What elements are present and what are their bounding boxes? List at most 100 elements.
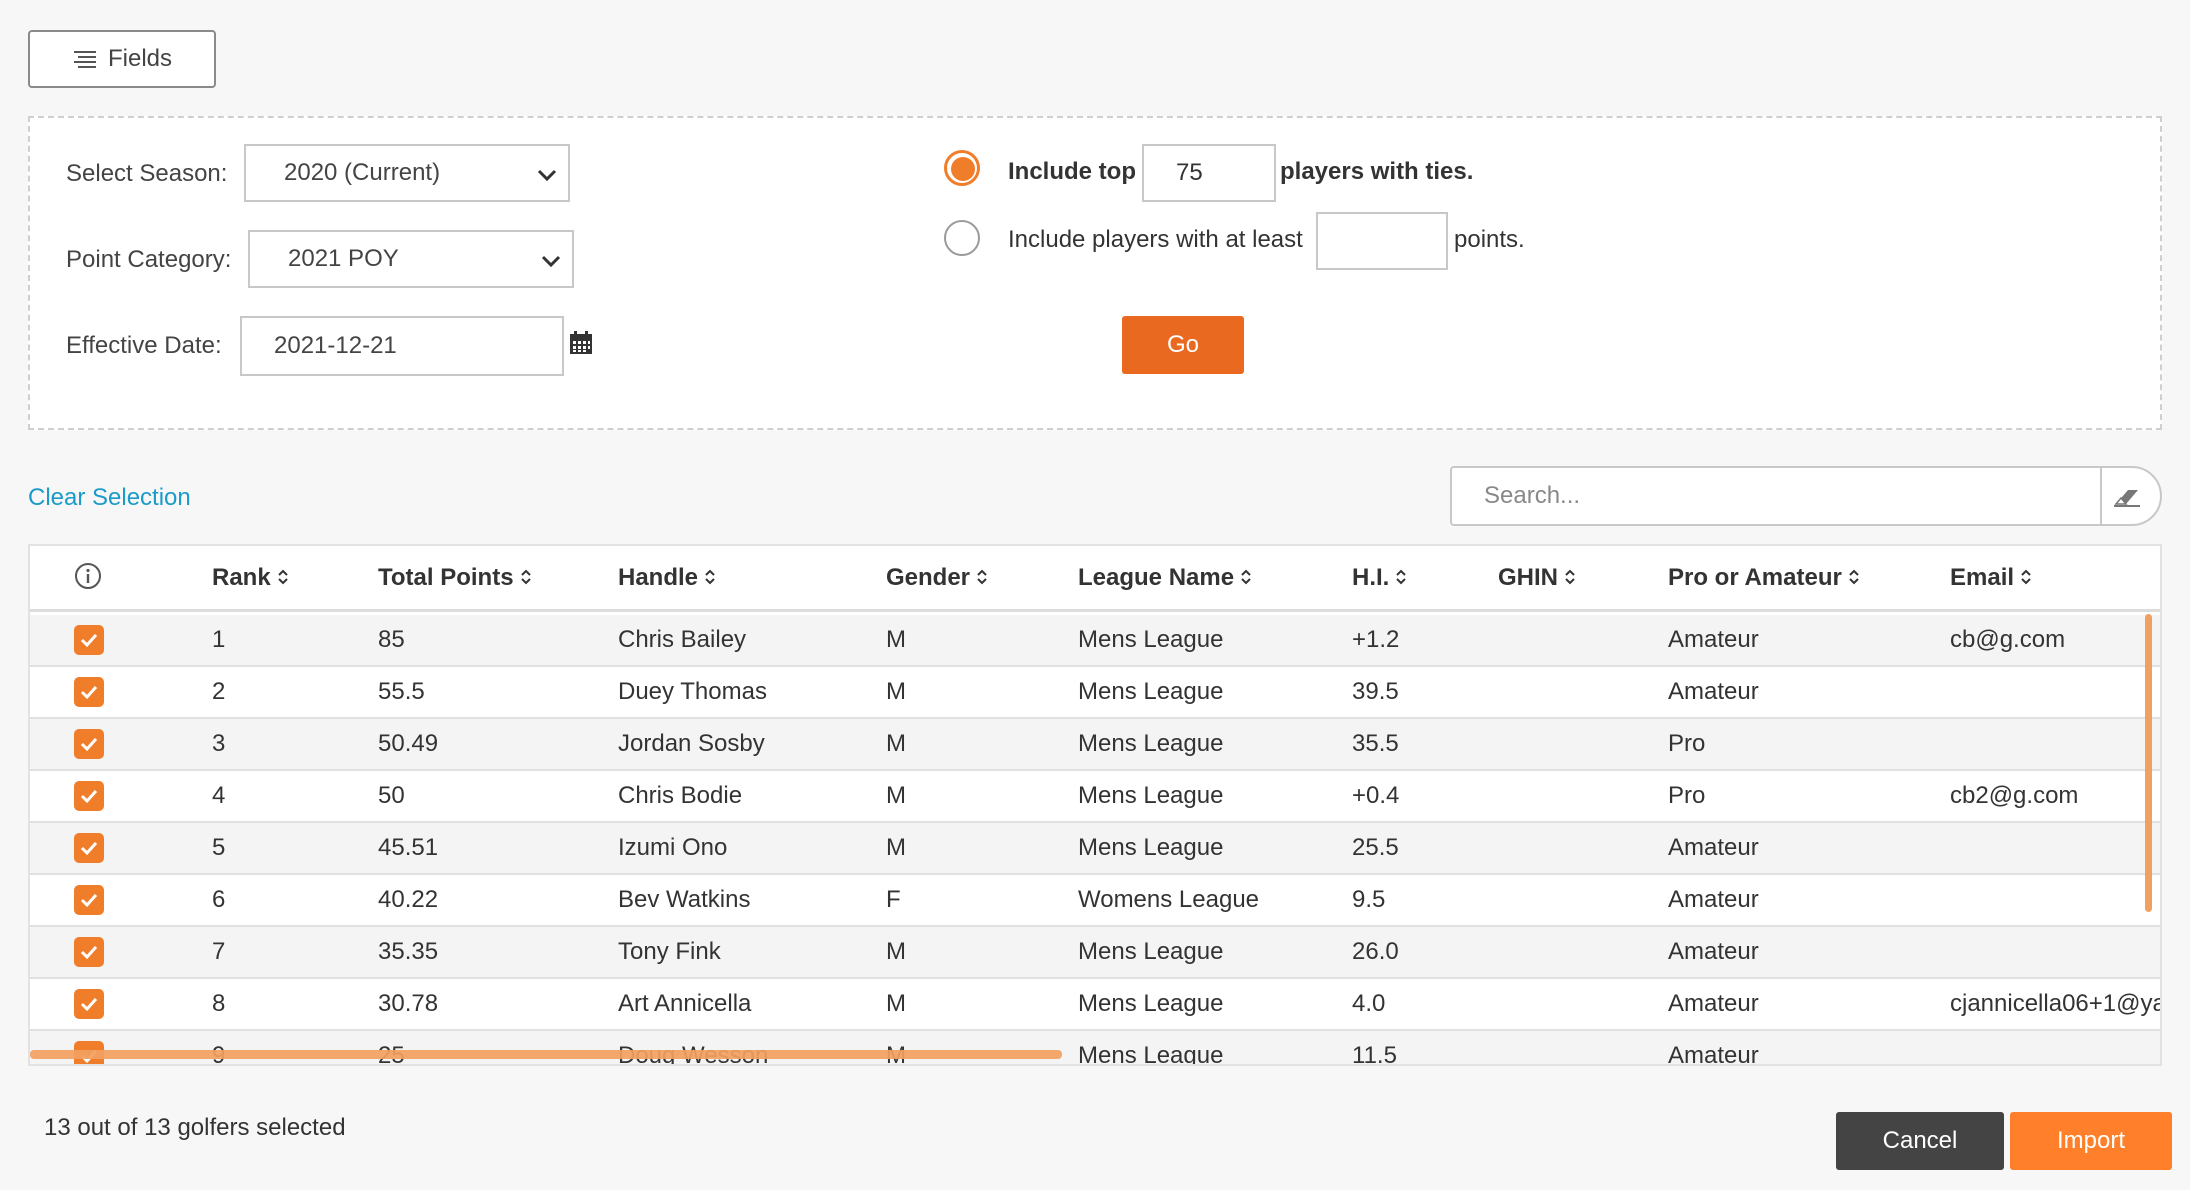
cell-league: Mens League — [1078, 782, 1224, 809]
sort-icon — [1565, 569, 1575, 585]
col-rank[interactable]: Rank — [212, 564, 289, 592]
table-row[interactable]: 4 50 Chris Bodie M Mens League +0.4 Pro … — [30, 771, 2160, 823]
golfers-table: Rank Total Points Handle Gender League N… — [28, 544, 2162, 1066]
cell-pro: Amateur — [1668, 938, 1759, 965]
cell-rank: 4 — [212, 782, 226, 809]
table-header: Rank Total Points Handle Gender League N… — [30, 546, 2160, 612]
include-top-radio[interactable] — [944, 150, 980, 186]
clear-selection-link[interactable]: Clear Selection — [28, 484, 191, 512]
fields-button-label: Fields — [107, 45, 173, 72]
import-golfers-dialog: Fields Select Season: 2020 (Current) Poi… — [0, 0, 2190, 1190]
cancel-button-label: Cancel — [1882, 1127, 1958, 1154]
go-button[interactable]: Go — [1122, 316, 1244, 374]
fields-button[interactable]: Fields — [28, 30, 216, 88]
include-top-label: Include top — [1008, 158, 1136, 185]
col-ghin[interactable]: GHIN — [1498, 564, 1576, 592]
calendar-icon[interactable] — [568, 330, 594, 356]
table-row[interactable]: 3 50.49 Jordan Sosby M Mens League 35.5 … — [30, 719, 2160, 771]
cell-rank: 1 — [212, 626, 226, 653]
horizontal-scrollbar[interactable] — [30, 1050, 1062, 1059]
col-handle[interactable]: Handle — [618, 564, 716, 592]
category-select[interactable]: 2021 POY — [248, 230, 574, 288]
info-icon[interactable] — [74, 562, 102, 590]
table-row[interactable]: 5 45.51 Izumi Ono M Mens League 25.5 Ama… — [30, 823, 2160, 875]
season-select-value: 2020 (Current) — [284, 159, 441, 186]
col-pro-amateur[interactable]: Pro or Amateur — [1668, 564, 1860, 592]
effective-date-input[interactable]: 2021-12-21 — [240, 316, 564, 376]
cell-pro: Amateur — [1668, 626, 1759, 653]
category-select-value: 2021 POY — [288, 245, 399, 272]
cell-hi: 4.0 — [1352, 990, 1386, 1017]
season-select[interactable]: 2020 (Current) — [244, 144, 570, 202]
cell-pro: Amateur — [1668, 1042, 1759, 1066]
cell-email: cb@g.com — [1950, 626, 2066, 653]
checkmark-icon — [80, 633, 98, 648]
col-hi-label: H.I. — [1352, 564, 1390, 591]
min-points-input[interactable] — [1316, 212, 1448, 270]
sort-icon — [277, 569, 288, 585]
cell-handle: Jordan Sosby — [618, 730, 765, 757]
checkmark-icon — [80, 997, 98, 1012]
cell-points: 30.78 — [378, 990, 439, 1017]
checkmark-icon — [80, 945, 98, 960]
cell-pro: Amateur — [1668, 834, 1759, 861]
eraser-icon[interactable] — [2112, 482, 2142, 510]
cell-handle: Chris Bailey — [618, 626, 747, 653]
col-email[interactable]: Email — [1950, 564, 2032, 592]
row-checkbox[interactable] — [74, 781, 104, 811]
cell-email: cb2@g.com — [1950, 782, 2079, 809]
cell-league: Mens League — [1078, 990, 1224, 1017]
row-checkbox[interactable] — [74, 885, 104, 915]
table-row[interactable]: 9 25 Doug Wesson M Mens League 11.5 Amat… — [30, 1031, 2160, 1066]
cell-gender: M — [886, 626, 906, 653]
table-row[interactable]: 2 55.5 Duey Thomas M Mens League 39.5 Am… — [30, 667, 2160, 719]
import-button[interactable]: Import — [2010, 1112, 2172, 1170]
table-row[interactable]: 8 30.78 Art Annicella M Mens League 4.0 … — [30, 979, 2160, 1031]
cell-handle: Bev Watkins — [618, 886, 751, 913]
cell-hi: 11.5 — [1352, 1042, 1397, 1066]
col-total-points[interactable]: Total Points — [378, 564, 532, 592]
cell-rank: 5 — [212, 834, 226, 861]
row-checkbox[interactable] — [74, 937, 104, 967]
sort-icon — [2021, 569, 2031, 585]
cell-gender: M — [886, 678, 906, 705]
search-input[interactable] — [1452, 468, 2102, 524]
col-league-name[interactable]: League Name — [1078, 564, 1252, 592]
row-checkbox[interactable] — [74, 729, 104, 759]
chevron-down-icon — [537, 169, 557, 182]
table-row[interactable]: 7 35.35 Tony Fink M Mens League 26.0 Ama… — [30, 927, 2160, 979]
row-checkbox[interactable] — [74, 625, 104, 655]
date-label: Effective Date: — [66, 332, 222, 359]
cell-points: 45.51 — [378, 834, 439, 861]
cell-pro: Pro — [1668, 730, 1706, 757]
cell-league: Mens League — [1078, 678, 1224, 705]
cell-email: cjannicella06+1@ya — [1950, 990, 2162, 1017]
search-box — [1450, 466, 2162, 526]
cell-league: Mens League — [1078, 730, 1224, 757]
row-checkbox[interactable] — [74, 677, 104, 707]
cell-points: 35.35 — [378, 938, 439, 965]
row-checkbox[interactable] — [74, 989, 104, 1019]
table-row[interactable]: 6 40.22 Bev Watkins F Womens League 9.5 … — [30, 875, 2160, 927]
col-hi[interactable]: H.I. — [1352, 564, 1407, 592]
vertical-scrollbar[interactable] — [2145, 614, 2152, 912]
include-top-input[interactable]: 75 — [1142, 144, 1276, 202]
cell-hi: 35.5 — [1352, 730, 1399, 757]
include-points-radio[interactable] — [944, 220, 980, 256]
checkmark-icon — [80, 893, 98, 908]
include-points-suffix: points. — [1454, 226, 1525, 253]
cell-hi: 9.5 — [1352, 886, 1386, 913]
cell-points: 50.49 — [378, 730, 439, 757]
selection-status: 13 out of 13 golfers selected — [44, 1114, 346, 1141]
col-gender[interactable]: Gender — [886, 564, 988, 592]
cell-gender: F — [886, 886, 901, 913]
checkmark-icon — [80, 841, 98, 856]
col-total-points-label: Total Points — [378, 564, 514, 591]
row-checkbox[interactable] — [74, 833, 104, 863]
cell-handle: Chris Bodie — [618, 782, 743, 809]
col-pro-amateur-label: Pro or Amateur — [1668, 564, 1842, 591]
go-button-label: Go — [1166, 331, 1199, 358]
cancel-button[interactable]: Cancel — [1836, 1112, 2004, 1170]
table-row[interactable]: 1 85 Chris Bailey M Mens League +1.2 Ama… — [30, 615, 2160, 667]
include-top-value: 75 — [1176, 159, 1203, 186]
